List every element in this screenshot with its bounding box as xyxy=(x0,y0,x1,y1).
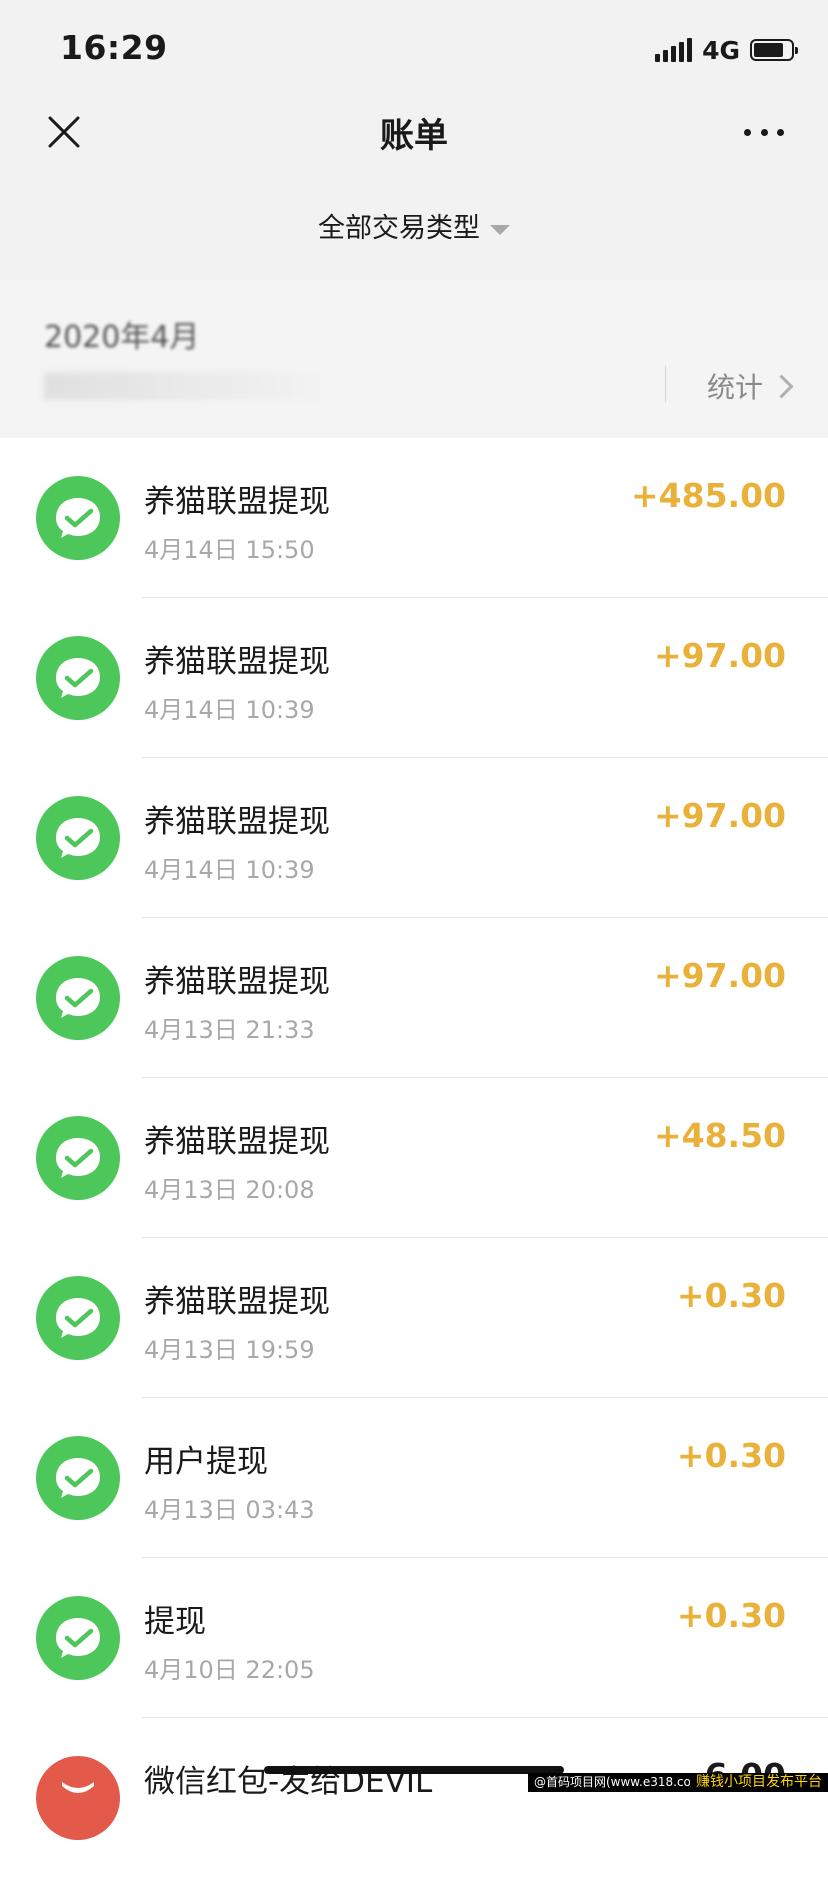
status-icons: 4G xyxy=(655,35,798,65)
wechat-pay-icon xyxy=(36,796,120,880)
chevron-right-icon xyxy=(769,373,794,399)
home-indicator[interactable] xyxy=(264,1766,564,1774)
transaction-amount: +0.30 xyxy=(676,1436,786,1475)
more-button[interactable] xyxy=(744,120,784,144)
transaction-amount: +48.50 xyxy=(653,1116,786,1155)
transaction-time: 4月14日 15:50 xyxy=(144,536,315,564)
more-dot-icon xyxy=(760,128,768,136)
hongbao-icon xyxy=(36,1756,120,1840)
transaction-amount: +0.30 xyxy=(676,1276,786,1315)
transaction-time: 4月13日 20:08 xyxy=(144,1176,315,1204)
transaction-amount: +97.00 xyxy=(653,956,786,995)
battery-icon xyxy=(750,39,798,61)
transaction-title: 用户提现 xyxy=(144,1444,268,1480)
transaction-title: 养猫联盟提现 xyxy=(144,1284,330,1320)
transaction-row[interactable]: 养猫联盟提现 4月14日 10:39 +97.00 xyxy=(0,758,828,918)
wechat-pay-icon xyxy=(36,476,120,560)
transaction-title: 养猫联盟提现 xyxy=(144,964,330,1000)
transaction-row[interactable]: 微信红包-发给DEVIL-6.00 xyxy=(0,1718,828,1878)
transaction-time: 4月14日 10:39 xyxy=(144,856,315,884)
more-dot-icon xyxy=(777,128,784,136)
transaction-list: 养猫联盟提现 4月14日 15:50 +485.00 养猫联盟提现 4月14日 10:3… xyxy=(0,438,828,1878)
filter-label: 全部交易类型 xyxy=(318,213,480,244)
wechat-pay-icon xyxy=(36,1436,120,1520)
wechat-pay-icon xyxy=(36,636,120,720)
stats-label: 统计 xyxy=(706,371,763,404)
caret-down-icon xyxy=(490,224,510,235)
transaction-title: 提现 xyxy=(144,1604,206,1640)
transaction-row[interactable]: 用户提现 4月13日 03:43 +0.30 xyxy=(0,1398,828,1558)
transaction-row[interactable]: 养猫联盟提现 4月13日 20:08 +48.50 xyxy=(0,1078,828,1238)
wechat-pay-icon xyxy=(36,1116,120,1200)
signal-icon xyxy=(655,38,693,62)
transaction-amount: +97.00 xyxy=(653,796,786,835)
transaction-time: 4月14日 10:39 xyxy=(144,696,315,724)
transaction-amount: +0.30 xyxy=(676,1596,786,1635)
stats-button[interactable]: 统计 xyxy=(706,366,794,406)
transaction-title: 微信红包-发给DEVIL xyxy=(144,1764,433,1800)
transaction-row[interactable]: 养猫联盟提现 4月14日 15:50 +485.00 xyxy=(0,438,828,598)
wechat-pay-icon xyxy=(36,956,120,1040)
status-time: 16:29 xyxy=(60,28,168,67)
transaction-title: 养猫联盟提现 xyxy=(144,644,330,680)
transaction-time: 4月10日 22:05 xyxy=(144,1656,315,1684)
transaction-title: 养猫联盟提现 xyxy=(144,484,330,520)
transaction-row[interactable]: 养猫联盟提现 4月13日 19:59 +0.30 xyxy=(0,1238,828,1398)
watermark-left: @首码项目网(www.e318.com) xyxy=(528,1773,714,1792)
month-selector[interactable]: 2020年4月 xyxy=(44,312,199,356)
month-header: 2020年4月 统计 xyxy=(0,280,828,438)
transaction-time: 4月13日 19:59 xyxy=(144,1336,315,1364)
transaction-title: 养猫联盟提现 xyxy=(144,1124,330,1160)
transaction-row[interactable]: 养猫联盟提现 4月13日 21:33 +97.00 xyxy=(0,918,828,1078)
wechat-pay-icon xyxy=(36,1276,120,1360)
page-title: 账单 xyxy=(380,116,448,156)
network-type: 4G xyxy=(702,35,740,65)
transaction-row[interactable]: 提现 4月10日 22:05 +0.30 xyxy=(0,1558,828,1718)
transaction-title: 养猫联盟提现 xyxy=(144,804,330,840)
header-area: 16:29 4G 账单 全部交易类型 xyxy=(0,0,828,280)
transaction-row[interactable]: 养猫联盟提现 4月14日 10:39 +97.00 xyxy=(0,598,828,758)
wechat-pay-icon xyxy=(36,1596,120,1680)
more-dot-icon xyxy=(744,128,751,136)
divider xyxy=(665,366,666,402)
transaction-type-filter[interactable]: 全部交易类型 xyxy=(0,206,828,245)
transaction-amount: +97.00 xyxy=(653,636,786,675)
transaction-time: 4月13日 03:43 xyxy=(144,1496,315,1524)
transaction-time: 4月13日 21:33 xyxy=(144,1016,315,1044)
watermark-right: 赚钱小项目发布平台 xyxy=(690,1773,828,1792)
transaction-amount: +485.00 xyxy=(631,476,786,515)
month-summary-blurred xyxy=(44,372,344,400)
